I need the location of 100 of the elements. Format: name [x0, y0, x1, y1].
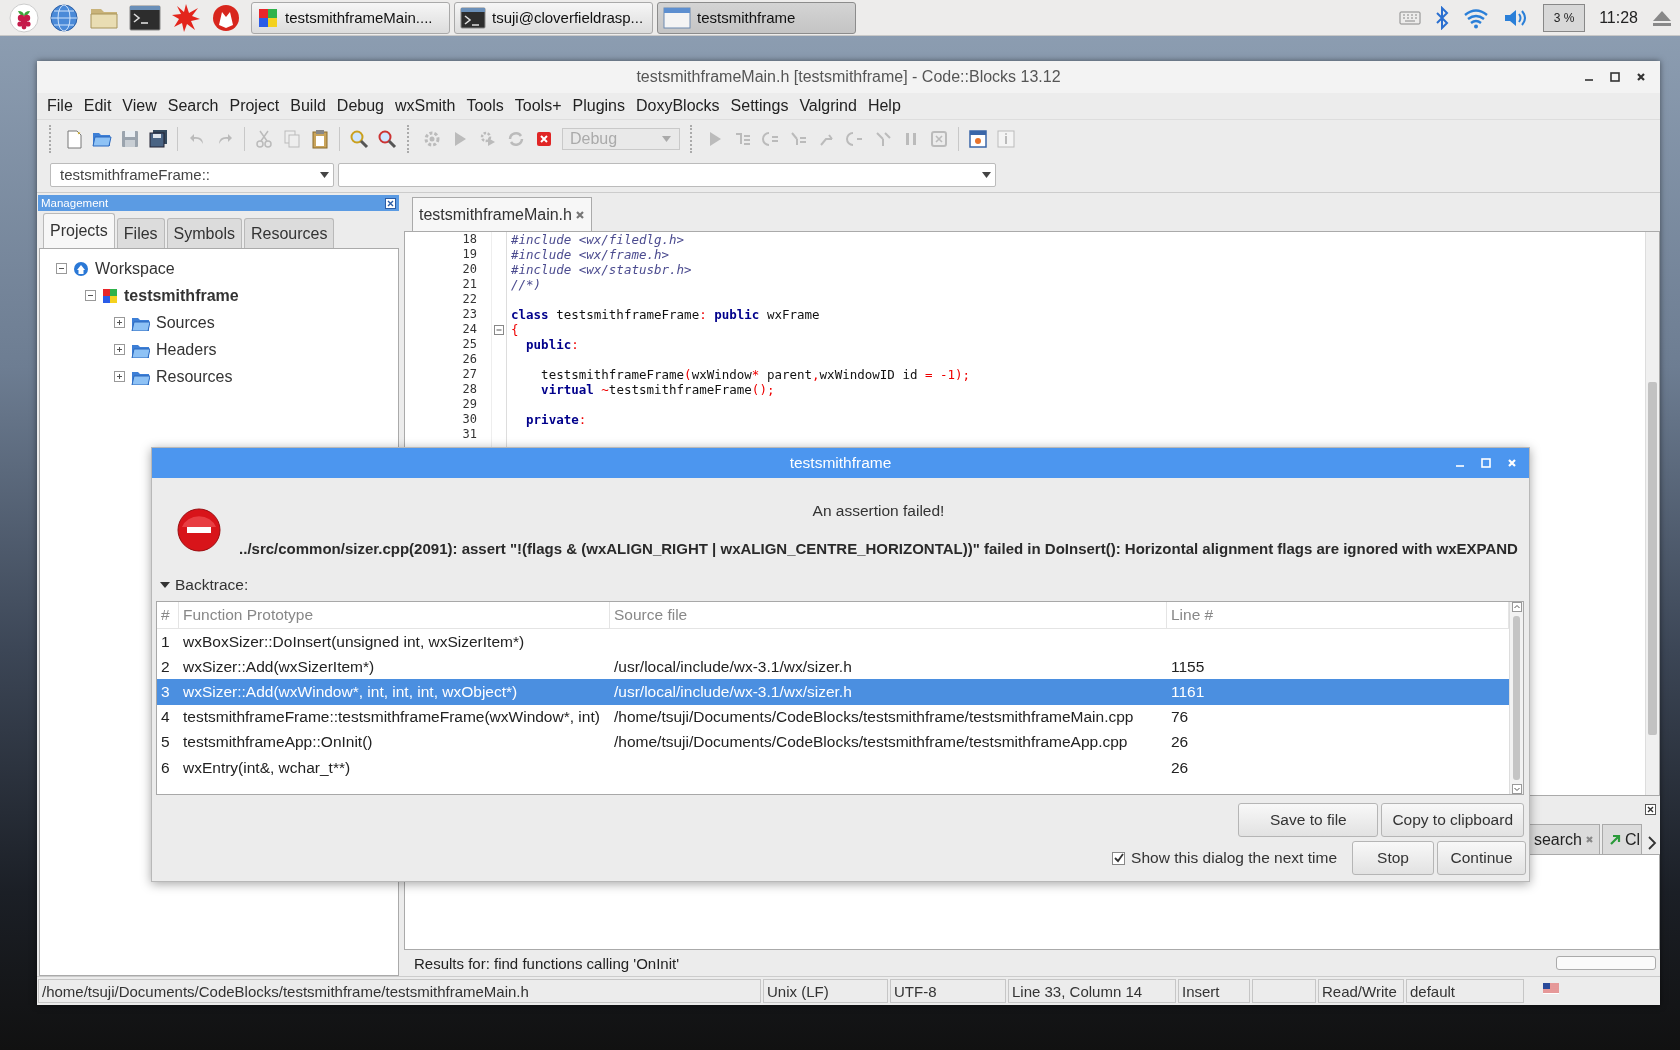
- scope-dropdown[interactable]: testsmithframeFrame::: [50, 162, 334, 187]
- table-row[interactable]: 1 wxBoxSizer::DoInsert(unsigned int, wxSizerItem*): [157, 629, 1509, 655]
- table-cell-text: /home/tsuji/Documents/CodeBlocks/testsmithframe/testsmithframeMain.cpp: [613, 708, 1135, 727]
- raspberry-icon[interactable]: [9, 2, 39, 33]
- clock-text[interactable]: 11:28: [1599, 8, 1638, 27]
- tab[interactable]: Files: [116, 218, 165, 248]
- section-label[interactable]: Backtrace:: [175, 576, 249, 594]
- scrollbar[interactable]: [1509, 602, 1523, 794]
- terminal-icon[interactable]: [129, 3, 161, 32]
- tab[interactable]: Resources: [243, 218, 335, 248]
- stop-square-icon[interactable]: [929, 128, 949, 149]
- function-dropdown[interactable]: [338, 162, 996, 187]
- dialog-title: testsmithframe: [789, 454, 892, 472]
- scissors-icon[interactable]: [254, 128, 274, 149]
- scroll-down-icon[interactable]: [1511, 784, 1522, 794]
- dialog-button[interactable]: Save to file: [1238, 803, 1379, 837]
- menu-item[interactable]: View: [117, 97, 162, 115]
- menu-item[interactable]: Build: [285, 97, 331, 115]
- four-squares-icon: [257, 6, 279, 29]
- results-text: Results for: find functions calling 'OnInit': [414, 954, 680, 972]
- tree-item[interactable]: testsmithframe: [124, 286, 239, 305]
- status-field: Unix (LF): [763, 979, 888, 1003]
- close-icon[interactable]: [1645, 804, 1656, 815]
- close-icon[interactable]: [1636, 72, 1646, 82]
- menu-item[interactable]: Project: [224, 97, 285, 115]
- line-number: 28: [461, 382, 477, 397]
- line-number: 21: [461, 277, 477, 292]
- clipboard-icon[interactable]: [310, 128, 330, 149]
- log-tab[interactable]: Cl: [1602, 824, 1642, 854]
- column-header[interactable]: Function Prototype: [179, 602, 610, 628]
- table-row[interactable]: 4 testsmithframeFrame::testsmithframeFrame(wxWindow*, int) /home/tsuji/Documents/CodeBlocks/testsmithframe/testsmithframeMain.cpp 76: [157, 704, 1509, 730]
- dialog-button[interactable]: Continue: [1437, 841, 1526, 875]
- dialog-button[interactable]: Stop: [1352, 841, 1434, 875]
- tree-item[interactable]: Sources: [156, 313, 215, 332]
- table-cell-text: /usr/local/include/wx-3.1/wx/sizer.h: [613, 682, 853, 701]
- cpu-usage-meter[interactable]: 3 %: [1543, 3, 1586, 32]
- table-row[interactable]: 2 wxSizer::Add(wxSizerItem*) /usr/local/include/wx-3.1/wx/sizer.h 1155: [157, 654, 1509, 680]
- tree-item[interactable]: Workspace: [95, 259, 175, 278]
- debug-window-icon[interactable]: [968, 128, 988, 149]
- code-line: private:: [525, 412, 588, 427]
- table-cell-text: wxSizer::Add(wxSizerItem*): [182, 657, 376, 676]
- code-line: {: [511, 322, 520, 337]
- table-row[interactable]: 6 wxEntry(int&, wchar_t**) 26: [157, 754, 1509, 781]
- taskbar-button[interactable]: testsmithframeMain....: [251, 1, 450, 34]
- menu-item[interactable]: Debug: [331, 97, 389, 115]
- close-icon[interactable]: [385, 197, 396, 209]
- menu-item[interactable]: wxSmith: [390, 97, 461, 115]
- keyboard-icon[interactable]: [1399, 9, 1422, 26]
- search-icon[interactable]: [349, 128, 369, 149]
- tab[interactable]: Symbols: [166, 218, 242, 248]
- wifi-icon[interactable]: [1463, 6, 1490, 29]
- menu-item[interactable]: Settings: [725, 97, 794, 115]
- wolf-head-icon[interactable]: [211, 2, 241, 33]
- caret-down-icon[interactable]: [160, 580, 170, 590]
- table-row[interactable]: 5 testsmithframeApp::OnInit() /home/tsuji/Documents/CodeBlocks/testsmithframe/testsmithframeApp.cpp 26: [157, 729, 1509, 755]
- collapse-icon[interactable]: [85, 290, 96, 301]
- code-line: #include <wx/frame.h>: [511, 247, 671, 262]
- menu-item[interactable]: File: [42, 97, 78, 115]
- scrollbar[interactable]: [1645, 232, 1659, 795]
- menu-item[interactable]: Tools: [461, 97, 509, 115]
- maximize-icon[interactable]: [1610, 72, 1620, 82]
- tab[interactable]: Projects: [43, 213, 115, 248]
- line-number: 26: [461, 352, 477, 367]
- menu-item[interactable]: Valgrind: [794, 97, 862, 115]
- dropdown-arrow-icon: [982, 171, 991, 178]
- line-number: 29: [461, 397, 477, 412]
- checkbox[interactable]: [1112, 851, 1126, 865]
- scroll-up-icon[interactable]: [1511, 602, 1522, 612]
- collapse-icon[interactable]: [56, 263, 67, 274]
- bluetooth-icon[interactable]: [1435, 5, 1450, 30]
- globe-icon[interactable]: [49, 2, 79, 33]
- menu-item[interactable]: Edit: [78, 97, 117, 115]
- floppy-disks-icon[interactable]: [148, 128, 168, 149]
- line-number: 19: [461, 247, 477, 262]
- line-number: 25: [461, 337, 477, 352]
- new-file-icon[interactable]: [64, 128, 84, 149]
- dialog-button[interactable]: Copy to clipboard: [1381, 803, 1524, 837]
- expand-icon[interactable]: [114, 371, 125, 382]
- taskbar-button[interactable]: testsmithframe: [657, 1, 856, 34]
- tree-item[interactable]: Headers: [156, 340, 217, 359]
- code-line: testsmithframeFrame(wxWindow* parent,wxWindowID id = -1);: [540, 367, 972, 382]
- column-header[interactable]: Source file: [610, 602, 1167, 628]
- code-line: #include <wx/filedlg.h>: [511, 232, 686, 247]
- status-field: Read/Write: [1318, 979, 1404, 1003]
- editor-tab[interactable]: testsmithframeMain.h: [412, 197, 592, 231]
- menu-item[interactable]: Tools+: [509, 97, 567, 115]
- menu-item[interactable]: Plugins: [567, 97, 630, 115]
- column-header[interactable]: #: [157, 602, 179, 628]
- menu-item[interactable]: DoxyBlocks: [631, 97, 725, 115]
- expand-icon[interactable]: [114, 317, 125, 328]
- taskbar-button[interactable]: tsuji@cloverfieldrasp...: [454, 1, 653, 34]
- info-icon[interactable]: [996, 128, 1016, 149]
- status-field: Line 33, Column 14: [1008, 979, 1176, 1003]
- find-replace-icon[interactable]: [377, 128, 397, 149]
- dropdown-arrow-icon: [662, 135, 671, 142]
- tree-item[interactable]: Resources: [156, 367, 233, 386]
- expand-icon[interactable]: [114, 344, 125, 355]
- fold-marker-icon[interactable]: [494, 324, 504, 335]
- menu-item[interactable]: Help: [862, 97, 906, 115]
- menu-item[interactable]: Search: [162, 97, 224, 115]
